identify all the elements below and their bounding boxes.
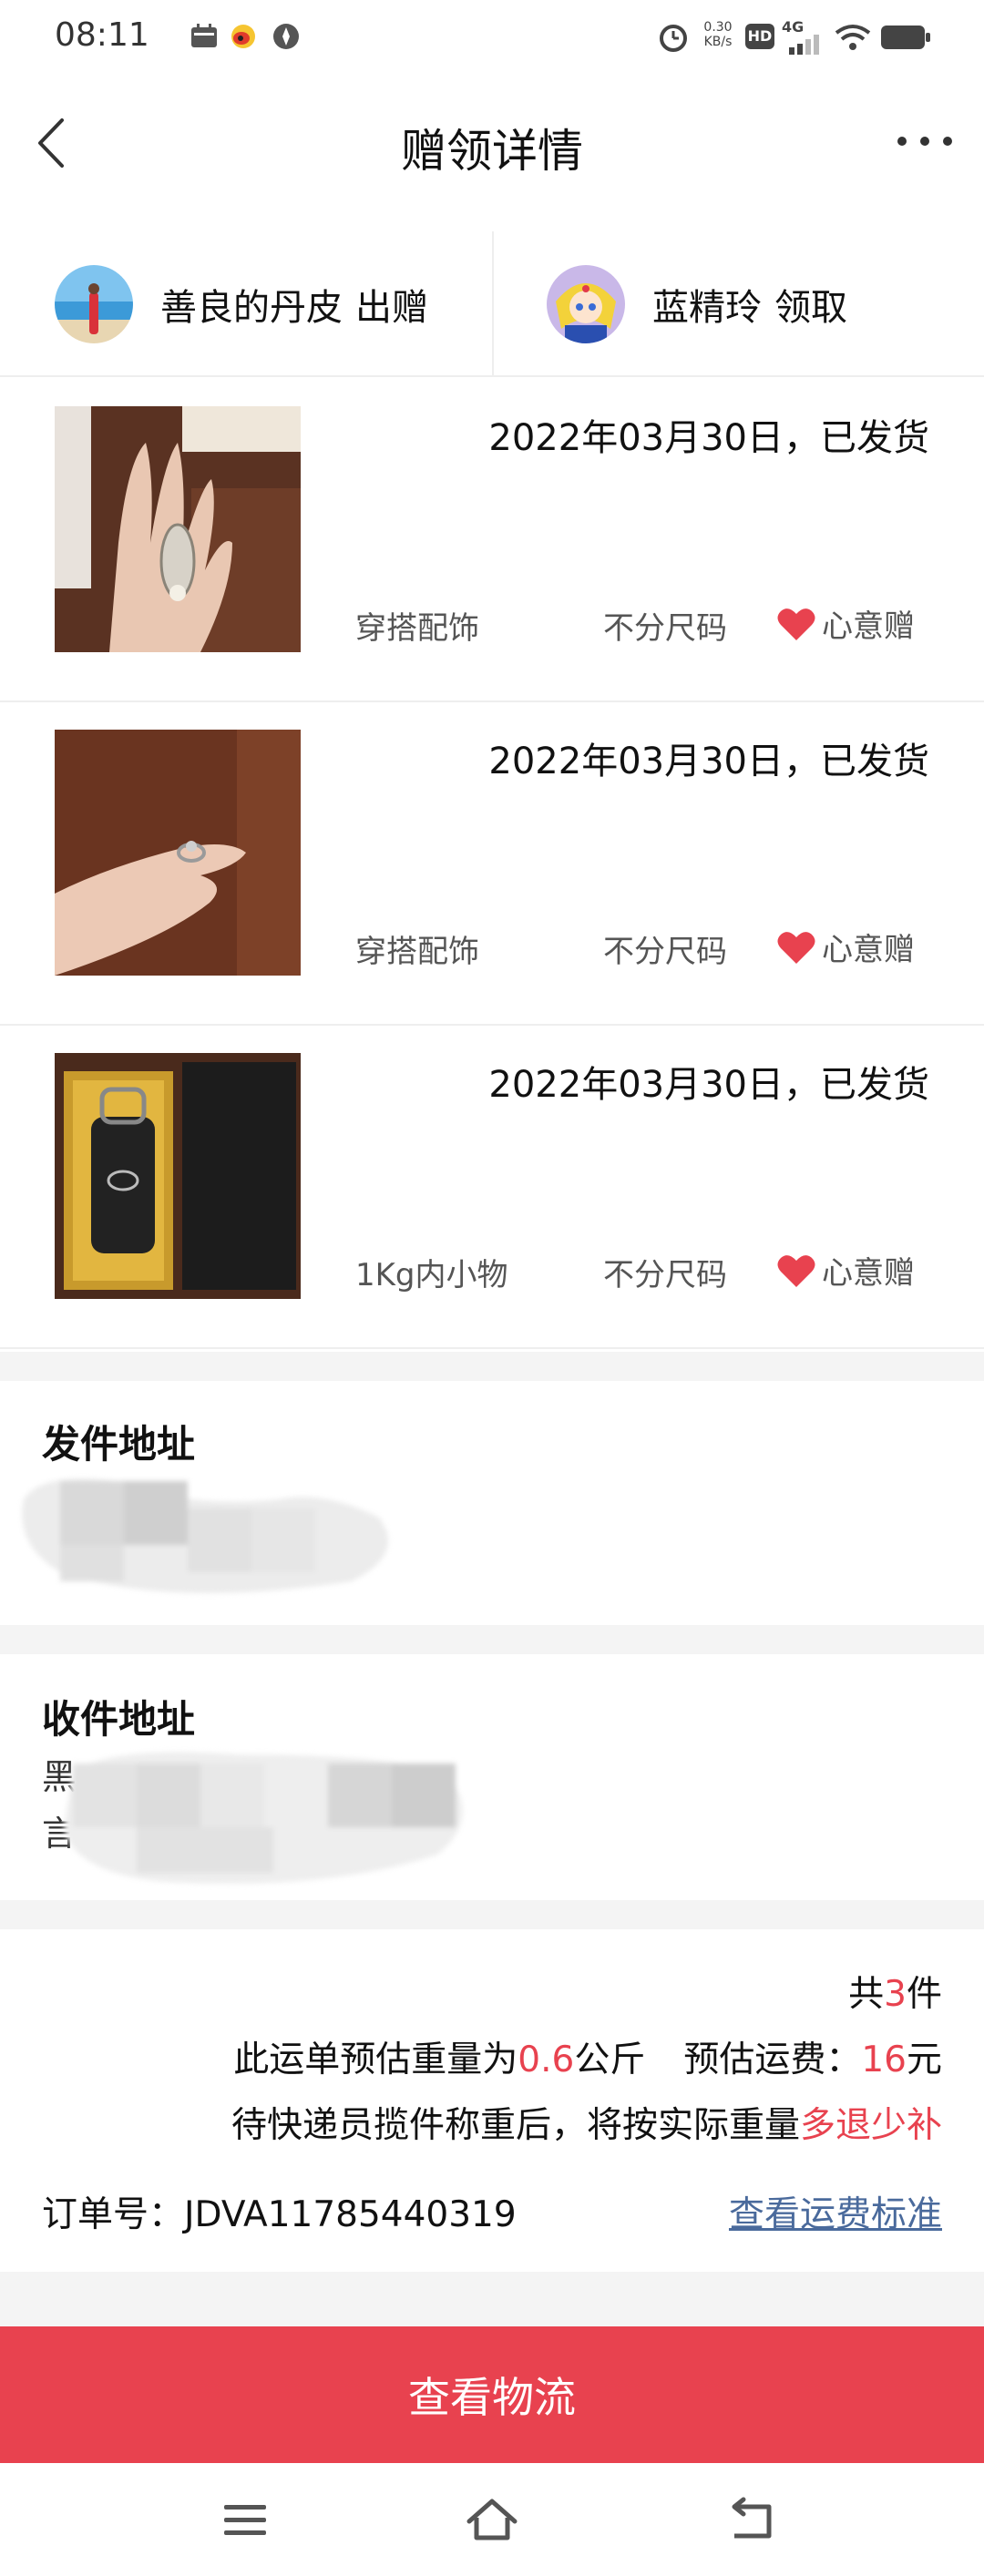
item-card[interactable]: 2022年03月30日，已发货 穿搭配饰 不分尺码 心意赠 bbox=[0, 379, 984, 702]
item-count: 共3件 bbox=[848, 1974, 942, 2015]
giver-receiver-strip: 善良的丹皮 出赠 蓝精玲 领取 bbox=[0, 231, 984, 377]
weibo-icon bbox=[231, 25, 255, 48]
order-number-row: 订单号：JDVA11785440319 bbox=[42, 2186, 517, 2237]
hd-badge: HD bbox=[745, 24, 774, 49]
item-status: 2022年03月30日，已发货 bbox=[488, 417, 929, 459]
fee-standard-link[interactable]: 查看运费标准 bbox=[729, 2186, 942, 2237]
compass-icon bbox=[273, 24, 299, 49]
section-gap bbox=[0, 1352, 984, 1381]
item-status: 2022年03月30日，已发货 bbox=[488, 741, 929, 782]
order-number: JDVA11785440319 bbox=[184, 2194, 517, 2235]
heart-icon bbox=[777, 1254, 815, 1287]
home-icon[interactable] bbox=[460, 2494, 524, 2545]
item-tag: 心意赠 bbox=[776, 925, 915, 969]
receiver[interactable]: 蓝精玲 领取 bbox=[547, 231, 847, 377]
redacted-address-blur bbox=[22, 1478, 388, 1593]
heart-icon bbox=[777, 608, 815, 640]
receiver-address-section: 收件地址 黑 言 bbox=[0, 1654, 984, 1900]
system-nav-bar bbox=[0, 2463, 984, 2576]
shipping-summary: 共3件 此运单预估重量为0.6公斤 预估运费：16元 待快递员揽件称重后，将按实际… bbox=[0, 1929, 984, 2272]
page-title: 赠领详情 bbox=[401, 125, 583, 178]
receiver-name: 蓝精玲 bbox=[652, 287, 762, 329]
item-photo-ring-on-finger[interactable] bbox=[55, 730, 301, 976]
alarm-icon bbox=[660, 25, 687, 52]
item-card[interactable]: 2022年03月30日，已发货 1Kg内小物 不分尺码 心意赠 bbox=[0, 1026, 984, 1349]
giver-name: 善良的丹皮 bbox=[160, 287, 343, 329]
item-tag: 心意赠 bbox=[776, 601, 915, 646]
item-category: 穿搭配饰 bbox=[355, 610, 479, 647]
header: 赠领详情 bbox=[0, 75, 984, 211]
item-card[interactable]: 2022年03月30日，已发货 穿搭配饰 不分尺码 心意赠 bbox=[0, 702, 984, 1026]
giver-avatar[interactable] bbox=[55, 265, 133, 343]
section-gap bbox=[0, 2272, 984, 2326]
weight-note: 待快递员揽件称重后，将按实际重量多退少补 bbox=[231, 2105, 942, 2146]
wifi-icon bbox=[835, 25, 871, 50]
status-time: 08:11 bbox=[55, 16, 149, 54]
calendar-icon bbox=[191, 24, 217, 47]
item-tag: 心意赠 bbox=[776, 1248, 915, 1293]
giver-role: 出赠 bbox=[355, 287, 428, 329]
section-gap bbox=[0, 1900, 984, 1929]
heart-icon bbox=[777, 931, 815, 964]
network-speed: 0.30 KB/s bbox=[703, 20, 733, 49]
signal-icon bbox=[789, 35, 819, 55]
item-size: 不分尺码 bbox=[603, 1257, 727, 1293]
item-size: 不分尺码 bbox=[603, 934, 727, 970]
giver[interactable]: 善良的丹皮 出赠 bbox=[55, 231, 428, 377]
item-tag-label: 心意赠 bbox=[822, 608, 915, 645]
view-logistics-button[interactable]: 查看物流 bbox=[0, 2326, 984, 2463]
section-gap bbox=[0, 1625, 984, 1654]
redacted-address-blur bbox=[64, 1752, 463, 1884]
receiver-role: 领取 bbox=[774, 287, 847, 329]
item-size: 不分尺码 bbox=[603, 610, 727, 647]
sender-address-section: 发件地址 bbox=[0, 1381, 984, 1625]
item-photo-key-case[interactable] bbox=[55, 1053, 301, 1299]
item-tag-label: 心意赠 bbox=[822, 932, 915, 968]
battery-icon bbox=[881, 26, 930, 49]
item-status: 2022年03月30日，已发货 bbox=[488, 1064, 929, 1106]
receiver-avatar[interactable] bbox=[547, 265, 625, 343]
item-tag-label: 心意赠 bbox=[822, 1255, 915, 1292]
back-icon[interactable] bbox=[720, 2494, 784, 2545]
people-divider bbox=[492, 231, 494, 377]
order-label: 订单号： bbox=[42, 2194, 185, 2235]
item-photo-ring-on-hand[interactable] bbox=[55, 406, 301, 652]
item-category: 1Kg内小物 bbox=[355, 1257, 508, 1293]
item-category: 穿搭配饰 bbox=[355, 934, 479, 970]
more-dots-icon[interactable] bbox=[893, 128, 957, 155]
weight-fee-line: 此运单预估重量为0.6公斤 预估运费：16元 bbox=[233, 2039, 942, 2080]
menu-icon[interactable] bbox=[213, 2494, 277, 2545]
item-list: 2022年03月30日，已发货 穿搭配饰 不分尺码 心意赠 2022年03月30… bbox=[0, 379, 984, 1349]
status-bar: 08:11 0.30 KB/s HD 4G bbox=[0, 0, 984, 75]
